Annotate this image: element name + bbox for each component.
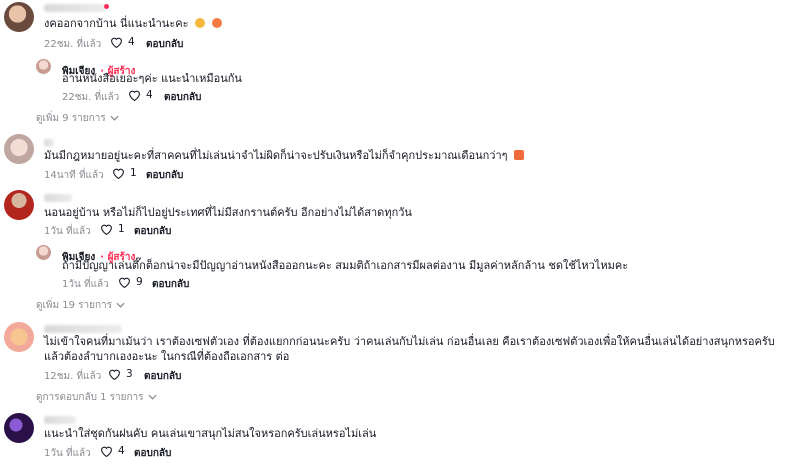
comment-text: มันมีกฎหมายอยู่นะคะที่สาคคนที่ไม่เล่นน่า…: [44, 149, 508, 162]
like-count: 1: [118, 223, 125, 235]
username-blurred[interactable]: [44, 139, 54, 147]
username-blurred[interactable]: [44, 194, 72, 202]
emoji-icon: [211, 18, 222, 28]
username-blurred[interactable]: [44, 416, 76, 424]
heart-outline-icon: [108, 368, 121, 380]
emoji-icon: [514, 150, 525, 160]
view-more-label: ดูเพิ่ม 9 รายการ: [36, 113, 106, 124]
view-more-replies[interactable]: ดูเพิ่ม 19 รายการ: [36, 298, 125, 313]
reply-button[interactable]: ตอบกลับ: [134, 224, 171, 239]
chevron-down-icon: [110, 113, 119, 124]
emoji-icon: [195, 18, 205, 28]
avatar[interactable]: [4, 190, 34, 220]
comment-time: 22ชม. ที่แล้ว: [44, 39, 102, 50]
like-button[interactable]: 1: [100, 223, 125, 235]
reply-button[interactable]: ตอบกลับ: [164, 90, 201, 105]
comment-text: งคออกจากบ้าน นี่แนะนำนะคะ: [44, 17, 189, 30]
view-replies-label: ดูการตอบกลับ 1 รายการ: [36, 392, 144, 403]
comment-text: ไม่เข้าใจคนที่มาเม้นว่า เราต้องเซฟตัวเอง…: [44, 335, 775, 363]
like-button[interactable]: 4: [128, 89, 153, 101]
avatar[interactable]: [4, 134, 34, 164]
reply-button[interactable]: ตอบกลับ: [152, 277, 189, 292]
like-button[interactable]: 4: [100, 445, 125, 457]
comment-text: แนะนำใส่ชุดกันฝนคับ คนเล่นเขาสนุกไม่สนใจ…: [44, 427, 377, 440]
chevron-down-icon: [147, 392, 157, 403]
reply-text: อ่านหนังสือเยอะๆค่ะ แนะนำเหมือนกัน: [62, 72, 242, 85]
reply-text: ถ้ามีปัญญาเล่นตึ๊กต็อกน่าจะมีปัญญาอ่านหน…: [62, 259, 629, 272]
like-count: 3: [126, 368, 133, 380]
heart-outline-icon: [128, 89, 141, 101]
heart-outline-icon: [100, 445, 113, 457]
reply-time: 22ชม. ที่แล้ว: [62, 92, 120, 103]
reply-time: 1วัน ที่แล้ว: [62, 279, 109, 290]
chevron-down-icon: [116, 300, 125, 311]
heart-outline-icon: [118, 276, 131, 288]
heart-outline-icon: [112, 167, 125, 179]
heart-outline-icon: [110, 36, 123, 48]
view-more-replies[interactable]: ดูเพิ่ม 9 รายการ: [36, 111, 119, 126]
like-count: 4: [118, 445, 125, 457]
comment-time: 14นาที ที่แล้ว: [44, 170, 104, 181]
avatar[interactable]: [4, 413, 34, 443]
badge-dot-icon: [104, 4, 109, 9]
avatar[interactable]: [4, 322, 34, 352]
reply-button[interactable]: ตอบกลับ: [144, 369, 181, 384]
heart-outline-icon: [100, 223, 113, 235]
username-blurred[interactable]: [44, 4, 106, 12]
like-count: 9: [136, 276, 143, 288]
reply-button[interactable]: ตอบกลับ: [146, 168, 183, 183]
like-count: 4: [146, 89, 153, 101]
view-replies[interactable]: ดูการตอบกลับ 1 รายการ: [36, 390, 157, 405]
like-count: 1: [130, 167, 137, 179]
like-button[interactable]: 3: [108, 368, 133, 380]
reply-button[interactable]: ตอบกลับ: [134, 446, 171, 461]
avatar[interactable]: [4, 2, 34, 32]
like-button[interactable]: 9: [118, 276, 143, 288]
comment-time: 1วัน ที่แล้ว: [44, 448, 91, 459]
reply-button[interactable]: ตอบกลับ: [146, 37, 183, 52]
creator-avatar[interactable]: [36, 245, 51, 260]
creator-avatar[interactable]: [36, 59, 51, 74]
like-count: 4: [128, 36, 135, 48]
username-blurred[interactable]: [44, 325, 122, 333]
like-button[interactable]: 1: [112, 167, 137, 179]
like-button[interactable]: 4: [110, 36, 135, 48]
comment-time: 1วัน ที่แล้ว: [44, 226, 91, 237]
view-more-label: ดูเพิ่ม 19 รายการ: [36, 300, 113, 311]
comment-text: นอนอยู่บ้าน หรือไม่ก็ไปอยู่ประเทศที่ไม่ม…: [44, 206, 412, 219]
comment-time: 12ชม. ที่แล้ว: [44, 371, 102, 382]
